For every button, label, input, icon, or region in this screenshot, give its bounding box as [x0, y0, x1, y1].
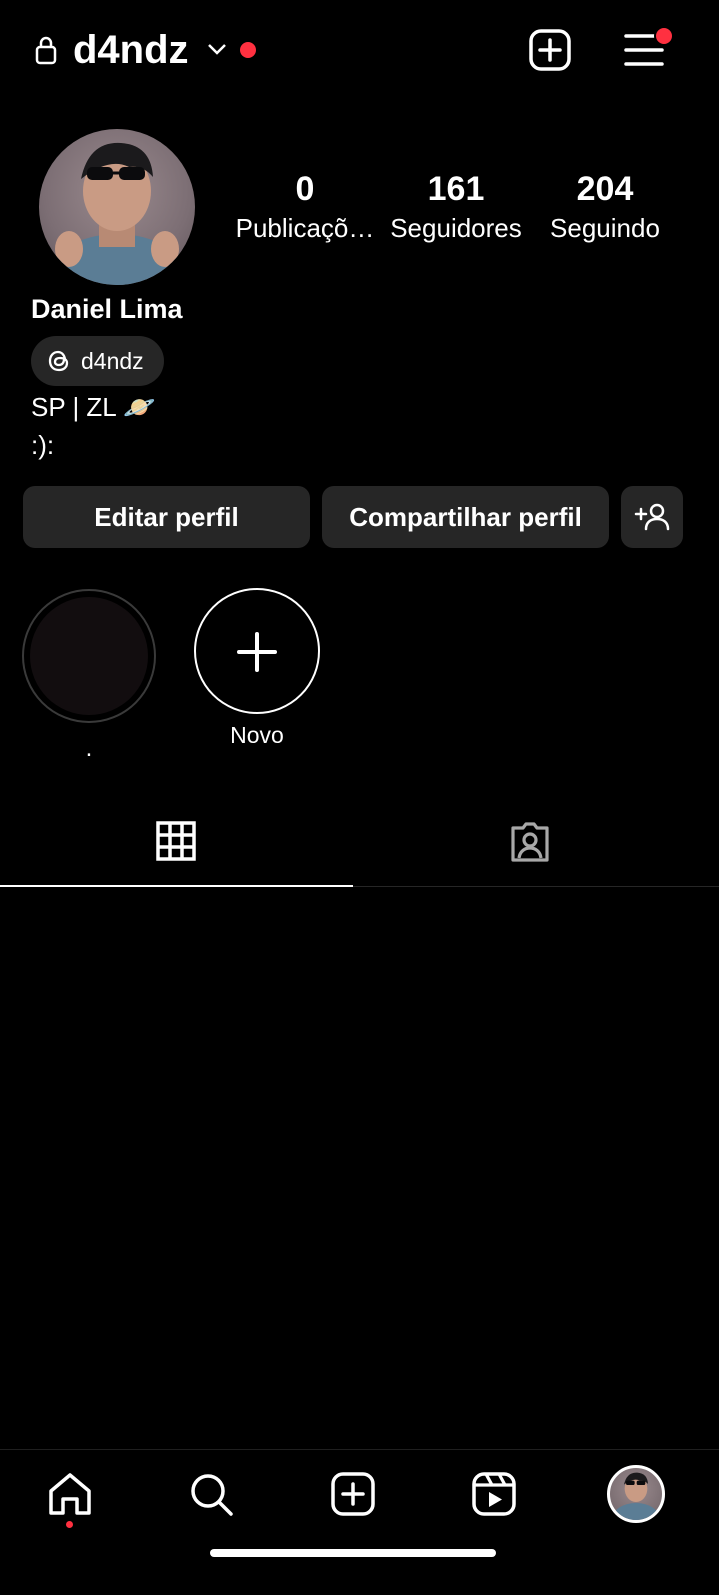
create-post-icon[interactable] [528, 28, 572, 72]
chevron-down-icon[interactable] [205, 37, 229, 61]
threads-badge[interactable]: d4ndz [31, 336, 164, 386]
tagged-icon[interactable] [508, 820, 552, 864]
share-profile-button[interactable]: Compartilhar perfil [322, 486, 609, 548]
followers-label: Seguidores [390, 213, 522, 243]
account-username[interactable]: d4ndz [73, 24, 189, 76]
reels-icon[interactable] [471, 1471, 517, 1517]
notification-dot [240, 42, 256, 58]
menu-notification-dot [654, 26, 674, 46]
highlight-label: . [85, 735, 93, 762]
bottom-nav-divider [0, 1449, 719, 1450]
profile-avatar[interactable] [39, 129, 195, 285]
posts-count: 0 [295, 170, 315, 208]
new-highlight-label: Novo [230, 722, 284, 748]
posts-label: Publicaçõ… [235, 213, 375, 243]
discover-people-button[interactable] [621, 486, 683, 548]
full-name: Daniel Lima [31, 294, 183, 324]
plus-icon [237, 632, 277, 672]
avatar-photo-small [612, 1472, 660, 1520]
posts-stat[interactable]: 0 Publicaçõ… [230, 168, 380, 246]
search-icon[interactable] [188, 1471, 234, 1517]
followers-stat[interactable]: 161 Seguidores [381, 168, 531, 246]
tab-divider [353, 886, 719, 887]
home-icon[interactable] [47, 1471, 93, 1517]
threads-icon [48, 350, 69, 372]
edit-profile-button[interactable]: Editar perfil [23, 486, 310, 548]
create-icon[interactable] [330, 1471, 376, 1517]
add-person-icon [634, 503, 670, 531]
lock-icon [35, 36, 57, 65]
active-tab-indicator [0, 885, 353, 887]
following-label: Seguindo [550, 213, 660, 243]
bio-line-1: SP | ZL 🪐 [31, 392, 156, 422]
following-stat[interactable]: 204 Seguindo [530, 168, 680, 246]
profile-tab-avatar[interactable] [607, 1465, 665, 1523]
grid-icon[interactable] [156, 821, 196, 861]
home-indicator[interactable] [210, 1549, 496, 1557]
followers-count: 161 [427, 170, 485, 208]
home-notification-dot [66, 1521, 73, 1528]
highlight-cover [30, 597, 148, 715]
bio-line-2: :): [31, 430, 55, 460]
new-highlight-button[interactable] [194, 588, 320, 714]
following-count: 204 [576, 170, 634, 208]
avatar-photo [47, 142, 187, 285]
story-highlight[interactable] [22, 589, 156, 723]
threads-handle: d4ndz [81, 347, 144, 374]
